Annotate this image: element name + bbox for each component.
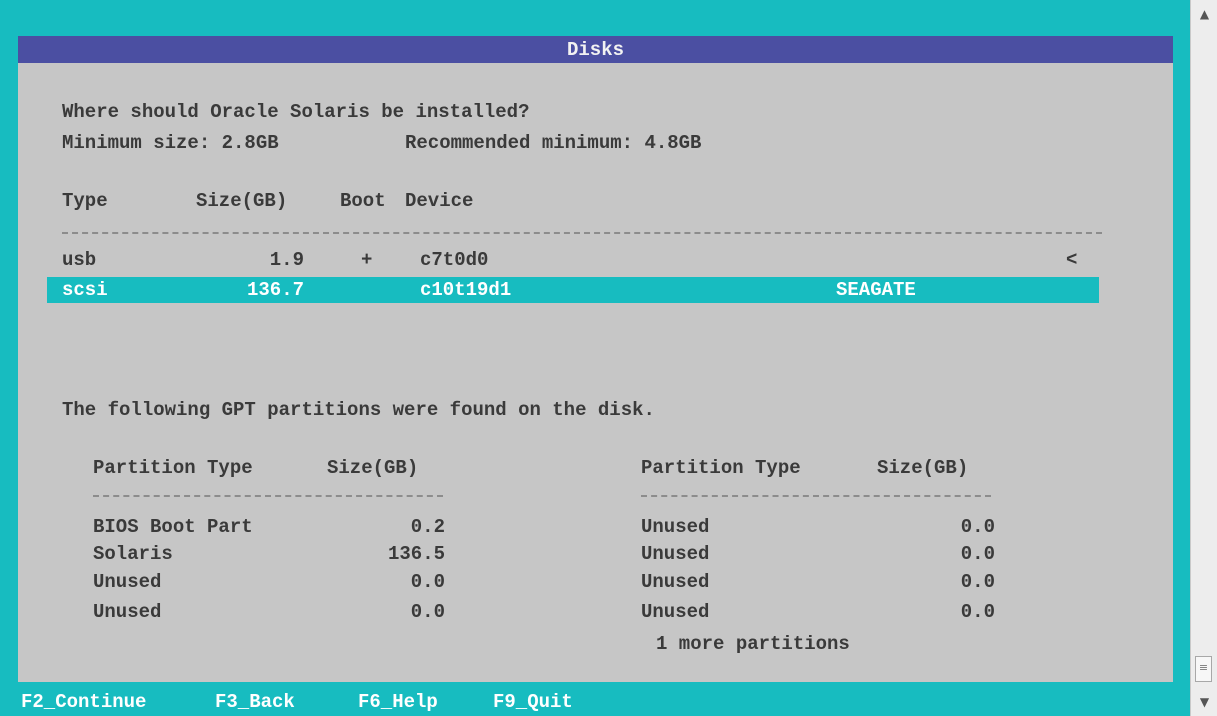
f6-help-key[interactable]: F6_Help	[358, 690, 438, 714]
vertical-scrollbar[interactable]: ▲ ≡ ▼	[1190, 0, 1217, 716]
partition-type: Unused	[641, 571, 710, 593]
partitions-message: The following GPT partitions were found …	[62, 399, 655, 421]
chevron-up-icon[interactable]: ▲	[1191, 4, 1217, 24]
install-question: Where should Oracle Solaris be installed…	[62, 101, 530, 123]
more-partitions-note: 1 more partitions	[656, 633, 850, 655]
disk-device: c10t19d1	[420, 279, 512, 301]
panel-titlebar: Disks	[18, 36, 1173, 63]
partition-type: Solaris	[93, 543, 173, 565]
partition-size: 0.0	[960, 516, 995, 538]
right-partition-divider	[641, 495, 991, 497]
col-header-device: Device	[405, 190, 474, 212]
right-col-header-partition-type: Partition Type	[641, 457, 801, 479]
partition-size: 0.0	[960, 571, 995, 593]
disk-table-divider	[62, 232, 1102, 234]
partition-type: Unused	[641, 601, 710, 623]
disk-size: 1.9	[269, 249, 304, 271]
partition-type: Unused	[641, 516, 710, 538]
left-col-header-partition-type: Partition Type	[93, 457, 253, 479]
disk-type: scsi	[62, 279, 108, 301]
disk-size: 136.7	[246, 279, 304, 301]
partition-size: 136.5	[387, 543, 445, 565]
panel-title: Disks	[566, 39, 624, 61]
partition-type: Unused	[93, 601, 162, 623]
partition-type: Unused	[641, 543, 710, 565]
minimum-size: Minimum size: 2.8GB	[62, 132, 279, 154]
left-partition-divider	[93, 495, 443, 497]
recommended-minimum: Recommended minimum: 4.8GB	[405, 132, 702, 154]
left-col-header-size: Size(GB)	[327, 457, 419, 479]
partition-type: Unused	[93, 571, 162, 593]
disk-device: c7t0d0	[420, 249, 489, 271]
disk-row-scsi-selected[interactable]: scsi 136.7 c10t19d1 SEAGATE	[47, 277, 1099, 303]
f9-quit-key[interactable]: F9_Quit	[493, 690, 573, 714]
col-header-size: Size(GB)	[196, 190, 288, 212]
partition-type: BIOS Boot Part	[93, 516, 253, 538]
grip-lines-icon[interactable]: ≡	[1195, 656, 1212, 682]
f2-continue-key[interactable]: F2_Continue	[21, 690, 146, 714]
partition-size: 0.0	[960, 543, 995, 565]
disk-vendor: SEAGATE	[836, 279, 916, 301]
row-indicator: <	[1066, 249, 1078, 271]
f3-back-key[interactable]: F3_Back	[215, 690, 295, 714]
chevron-down-icon[interactable]: ▼	[1191, 692, 1217, 712]
partition-size: 0.0	[960, 601, 995, 623]
partition-size: 0.2	[410, 516, 445, 538]
disk-type: usb	[62, 249, 97, 271]
col-header-boot: Boot	[340, 190, 386, 212]
partition-size: 0.0	[410, 601, 445, 623]
partition-size: 0.0	[410, 571, 445, 593]
boot-marker: +	[361, 249, 373, 271]
col-header-type: Type	[62, 190, 108, 212]
right-col-header-size: Size(GB)	[877, 457, 969, 479]
